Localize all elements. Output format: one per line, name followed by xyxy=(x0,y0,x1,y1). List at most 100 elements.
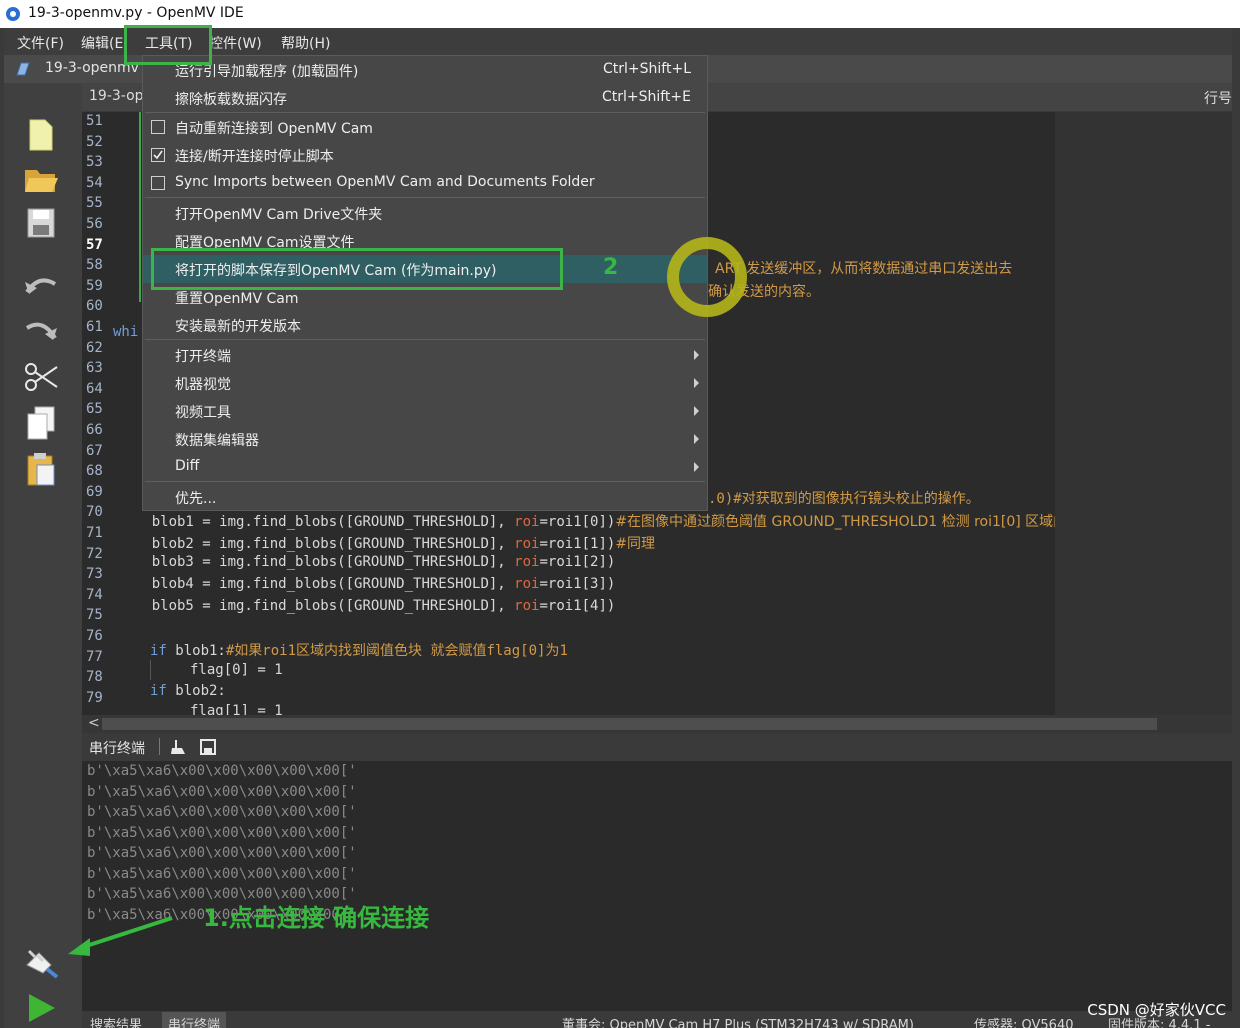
tools-menu-highlight-box xyxy=(124,25,212,65)
menu-item-auto-reconnect[interactable]: 自动重新连接到 OpenMV Cam xyxy=(143,113,707,141)
menu-item-label: 安装最新的开发版本 xyxy=(175,319,301,335)
code-comment: #如果roi1区域内找到阈值色块 就会赋值flag[0]为1 xyxy=(225,643,568,659)
code-roi-param: roi xyxy=(514,535,540,552)
code-cond: blob2: xyxy=(166,683,226,699)
menu-file[interactable]: 文件(F) xyxy=(17,33,64,53)
code-roi-param: roi xyxy=(514,576,540,593)
menu-item-label: 自动重新连接到 OpenMV Cam xyxy=(175,121,373,137)
menu-item-machine-vision[interactable]: 机器视觉 xyxy=(143,369,707,397)
save-main-highlight-box xyxy=(151,248,563,290)
menu-item-label: 打开OpenMV Cam Drive文件夹 xyxy=(175,207,383,223)
code-roi-param: roi xyxy=(514,514,540,530)
redo-button[interactable] xyxy=(16,311,66,351)
run-button[interactable] xyxy=(16,988,66,1028)
menu-item-stop-script-on-connect[interactable]: 连接/断开连接时停止脚本 xyxy=(143,141,707,169)
code-roi-param: roi xyxy=(514,554,540,571)
line-number: 51 xyxy=(86,113,103,129)
line-number: 58 xyxy=(86,257,103,274)
code-assign: blob5 = img. xyxy=(118,597,253,614)
header-divider xyxy=(159,738,160,755)
serial-terminal-header: 串行终端 xyxy=(82,733,1232,760)
open-folder-icon xyxy=(25,170,58,192)
submenu-arrow-icon xyxy=(694,378,699,388)
annotation-arrow xyxy=(68,916,173,956)
menu-item-erase-flash[interactable]: 擦除板载数据闪存 Ctrl+Shift+E xyxy=(143,84,707,112)
submenu-arrow-icon xyxy=(694,462,699,472)
serial-terminal-title: 串行终端 xyxy=(89,741,145,757)
sensor-info: 传感器: OV5640 xyxy=(974,1018,1074,1028)
open-file-button[interactable] xyxy=(16,159,66,199)
menu-shortcut: Ctrl+Shift+E xyxy=(601,89,691,105)
menu-item-diff[interactable]: Diff xyxy=(143,453,707,481)
menu-separator xyxy=(145,481,705,482)
menu-separator xyxy=(145,339,705,340)
code-cond: blob1: xyxy=(166,643,226,659)
save-log-icon[interactable] xyxy=(200,739,216,755)
checked-checkbox-icon[interactable] xyxy=(151,148,165,162)
line-number: 60 xyxy=(86,298,103,315)
unchecked-checkbox-icon[interactable] xyxy=(151,176,165,190)
code-line: flag[0] = 1 xyxy=(190,662,283,678)
menu-widgets[interactable]: 控件(W) xyxy=(209,33,262,53)
editor-file-label[interactable]: 19-3-op xyxy=(89,88,144,104)
line-number: 52 xyxy=(86,133,103,150)
scrollbar-thumb[interactable] xyxy=(102,718,1157,730)
paste-button[interactable] xyxy=(16,449,66,489)
code-roi-value: =roi1[3]) xyxy=(539,576,616,593)
connect-button[interactable] xyxy=(16,941,66,981)
menu-item-video-tools[interactable]: 视频工具 xyxy=(143,397,707,425)
scroll-left-icon[interactable]: < xyxy=(88,715,100,731)
line-number: 69 xyxy=(86,483,103,500)
cut-button[interactable] xyxy=(16,357,66,397)
clear-broom-icon[interactable] xyxy=(170,739,188,755)
line-number: 74 xyxy=(86,586,103,603)
menu-item-install-dev-release[interactable]: 安装最新的开发版本 xyxy=(143,311,707,339)
code-if: if xyxy=(150,683,167,699)
board-info: 董事会: OpenMV Cam H7 Plus (STM32H743 w/ SD… xyxy=(562,1018,914,1028)
menu-item-run-bootloader[interactable]: 运行引导加载程序 (加载固件) Ctrl+Shift+L xyxy=(143,56,707,84)
undo-arrow-icon xyxy=(25,278,57,294)
submenu-arrow-icon xyxy=(694,350,699,360)
code-line: blob4 = img.find_blobs([GROUND_THRESHOLD… xyxy=(118,576,616,593)
serial-terminal-tab[interactable]: 串行终端 xyxy=(162,1012,227,1028)
menu-edit[interactable]: 编辑(E xyxy=(81,33,123,53)
copy-button[interactable] xyxy=(16,403,66,443)
line-number: 72 xyxy=(86,545,103,562)
line-number: 77 xyxy=(86,648,103,665)
serial-line: b'\xa5\xa6\x00\x00\x00\x00\x00[' xyxy=(87,763,357,779)
code-args: ([GROUND_THRESHOLD], xyxy=(337,576,515,593)
step-2-annotation: 2 xyxy=(603,255,619,280)
indent-guide xyxy=(150,660,151,680)
menu-item-dataset-editor[interactable]: 数据集编辑器 xyxy=(143,425,707,453)
menu-item-label: 打开终端 xyxy=(175,349,231,365)
search-results-tab[interactable]: 搜索结果 xyxy=(90,1014,142,1028)
serial-line: b'\xa5\xa6\x00\x00\x00\x00\x00[' xyxy=(87,866,357,882)
menu-item-label: 连接/断开连接时停止脚本 xyxy=(175,149,334,165)
line-number: 78 xyxy=(86,669,103,686)
new-file-button[interactable] xyxy=(16,115,66,155)
menu-item-open-drive-folder[interactable]: 打开OpenMV Cam Drive文件夹 xyxy=(143,199,707,227)
yellow-highlight-circle xyxy=(667,237,747,317)
code-line: flag[1] = 1 xyxy=(190,703,283,715)
undo-button[interactable] xyxy=(16,265,66,305)
window-title: 19-3-openmv.py - OpenMV IDE xyxy=(28,5,244,21)
unchecked-checkbox-icon[interactable] xyxy=(151,120,165,134)
save-disk-icon xyxy=(27,208,55,238)
save-button[interactable] xyxy=(16,203,66,243)
code-comment-58: ART 发送缓冲区，从而将数据通过串口发送出去 xyxy=(715,261,1013,277)
editor-horizontal-scrollbar[interactable]: < xyxy=(82,715,1232,733)
code-roi-value: =roi1[4]) xyxy=(539,597,616,614)
code-args: ([GROUND_THRESHOLD], xyxy=(337,554,515,571)
menu-help[interactable]: 帮助(H) xyxy=(281,33,330,53)
menu-item-open-terminal[interactable]: 打开终端 xyxy=(143,341,707,369)
menu-item-preferences[interactable]: 优先... xyxy=(143,483,707,511)
code-func: find_blobs xyxy=(252,597,338,614)
line-number: 70 xyxy=(86,504,103,521)
plug-connect-icon xyxy=(26,949,59,979)
menu-item-sync-imports[interactable]: Sync Imports between OpenMV Cam and Docu… xyxy=(143,169,707,197)
menu-item-label: 机器视觉 xyxy=(175,377,231,393)
csdn-watermark: CSDN @好家伙VCC xyxy=(1087,1001,1226,1019)
serial-terminal-output[interactable]: b'\xa5\xa6\x00\x00\x00\x00\x00[' b'\xa5\… xyxy=(82,761,1232,1011)
line-number: 64 xyxy=(86,380,103,397)
code-line: if blob1:#如果roi1区域内找到阈值色块 就会赋值flag[0]为1 xyxy=(150,640,568,660)
